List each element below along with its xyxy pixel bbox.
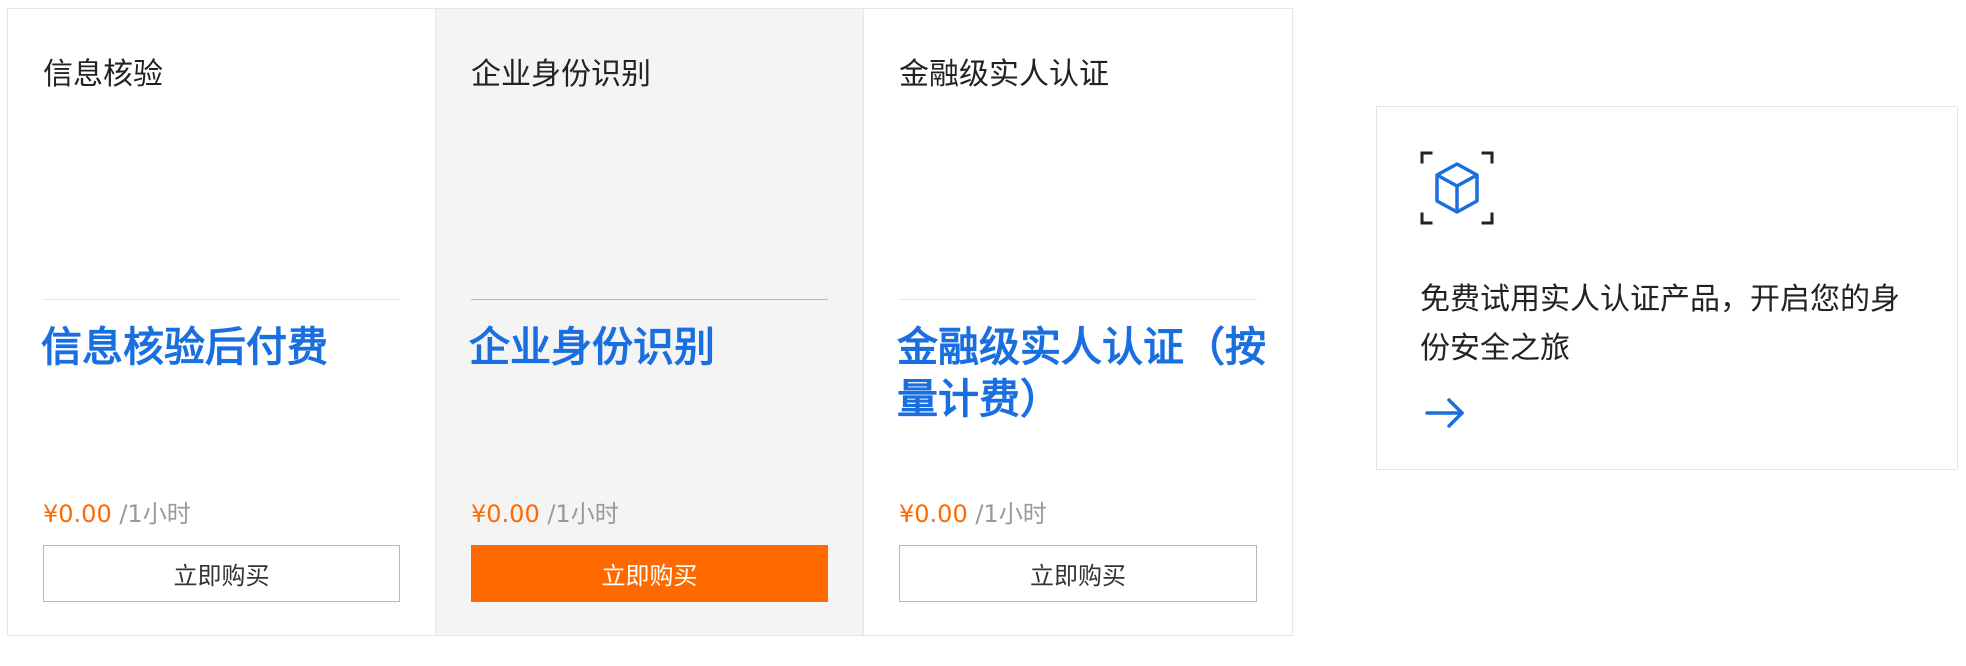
price-amount: ¥0.00 xyxy=(899,500,968,528)
card-headline: 金融级实人认证（按量计费） xyxy=(897,323,1266,423)
product-card-info-verification[interactable]: 信息核验 信息核验后付费 ¥0.00 /1小时 立即购买 xyxy=(8,9,436,635)
price-amount: ¥0.00 xyxy=(471,500,540,528)
card-headline: 信息核验后付费 xyxy=(41,323,328,371)
card-price: ¥0.00 /1小时 xyxy=(899,499,1047,529)
card-title: 信息核验 xyxy=(43,57,163,92)
page: 信息核验 信息核验后付费 ¥0.00 /1小时 立即购买 企业身份识别 企业身份… xyxy=(0,0,1966,666)
buy-now-button[interactable]: 立即购买 xyxy=(899,545,1257,602)
free-trial-promo-card[interactable]: 免费试用实人认证产品，开启您的身份安全之旅 xyxy=(1376,106,1958,470)
promo-text: 免费试用实人认证产品，开启您的身份安全之旅 xyxy=(1420,282,1900,366)
price-unit: /1小时 xyxy=(111,500,191,528)
card-divider xyxy=(43,299,400,300)
card-headline: 企业身份识别 xyxy=(469,323,715,371)
card-title: 企业身份识别 xyxy=(471,57,651,92)
price-amount: ¥0.00 xyxy=(43,500,112,528)
product-card-financial-real-person[interactable]: 金融级实人认证 金融级实人认证（按量计费） ¥0.00 /1小时 立即购买 xyxy=(864,9,1292,635)
card-divider xyxy=(899,299,1257,300)
product-card-enterprise-identity[interactable]: 企业身份识别 企业身份识别 ¥0.00 /1小时 立即购买 xyxy=(436,9,864,635)
arrow-right-icon[interactable] xyxy=(1424,391,1468,435)
buy-now-button[interactable]: 立即购买 xyxy=(43,545,400,602)
card-title: 金融级实人认证 xyxy=(899,57,1109,92)
cube-scan-icon xyxy=(1420,151,1494,225)
product-cards: 信息核验 信息核验后付费 ¥0.00 /1小时 立即购买 企业身份识别 企业身份… xyxy=(7,8,1293,636)
card-divider xyxy=(471,299,828,300)
price-unit: /1小时 xyxy=(967,500,1047,528)
card-price: ¥0.00 /1小时 xyxy=(43,499,191,529)
price-unit: /1小时 xyxy=(539,500,619,528)
buy-now-button[interactable]: 立即购买 xyxy=(471,545,828,602)
card-price: ¥0.00 /1小时 xyxy=(471,499,619,529)
